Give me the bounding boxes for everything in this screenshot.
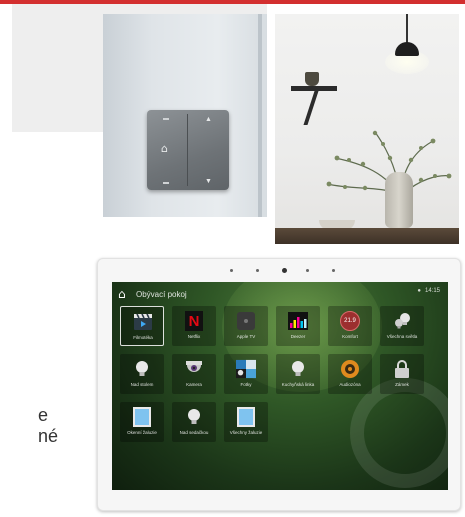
camera-icon — [184, 359, 204, 379]
status-bar: ● 14:15 — [417, 288, 440, 294]
thermostat-icon: 21.9 — [340, 311, 360, 331]
tile-label: Kuchyňská linka — [281, 382, 315, 387]
netflix-icon: N — [184, 311, 204, 331]
tile-vsechny-zaluzie[interactable]: Všechny žaluzie — [224, 402, 268, 442]
wall-switch-photo: ⌂ ▲ ▼ — [103, 14, 267, 217]
sensor-dot — [306, 269, 309, 272]
switch-indicator — [163, 182, 169, 184]
screen-header: ⌂ Obývací pokoj — [118, 286, 187, 302]
page: ⌂ ▲ ▼ e né ⌂ Obývací pokoj ● 14:15 Filmo… — [0, 0, 465, 517]
table — [275, 228, 459, 244]
tile-nad-sedackou[interactable]: Nad sedačkou — [172, 402, 216, 442]
interior-photo — [275, 14, 459, 244]
sensor-dot — [230, 269, 233, 272]
speaker-icon — [340, 359, 360, 379]
tile-kuchynska-linka[interactable]: Kuchyňská linka — [276, 354, 320, 394]
shelf-plant-pot — [305, 72, 319, 86]
wall-switch: ⌂ ▲ ▼ — [147, 110, 229, 190]
bulb-icon — [288, 359, 308, 379]
tile-zamek[interactable]: Zámek — [380, 354, 424, 394]
movie-clapper-icon — [133, 312, 153, 332]
room-title: Obývací pokoj — [136, 289, 187, 299]
tile-label: Všechny žaluzie — [229, 430, 263, 435]
tile-komfort[interactable]: 21.9 Komfort — [328, 306, 372, 346]
switch-indicator — [163, 118, 169, 120]
photos-icon — [236, 359, 256, 379]
control-tablet: ⌂ Obývací pokoj ● 14:15 Filmotéka N Netf… — [97, 258, 461, 511]
tile-label: Kamera — [186, 382, 202, 387]
window-blind-icon — [236, 407, 256, 427]
tile-label: Zámek — [395, 382, 409, 387]
bulb-icon — [184, 407, 204, 427]
tile-label: Nad stolem — [130, 382, 154, 387]
tablet-screen: ⌂ Obývací pokoj ● 14:15 Filmotéka N Netf… — [112, 282, 448, 490]
tile-label: Audiozóna — [339, 382, 361, 387]
bulb-icon — [132, 359, 152, 379]
deezer-icon — [288, 311, 308, 331]
vase — [385, 172, 413, 228]
wall-edge — [258, 14, 262, 217]
side-text-fragment: né — [38, 426, 59, 446]
tile-fotky[interactable]: Fotky — [224, 354, 268, 394]
lamp-cord — [406, 14, 408, 44]
tile-nad-stolem[interactable]: Nad stolem — [120, 354, 164, 394]
tile-label: Nad sedačkou — [179, 430, 209, 435]
tile-vsechna-svetla[interactable]: Všechna světla — [380, 306, 424, 346]
tile-label: Komfort — [342, 334, 358, 339]
apple-tv-icon — [236, 311, 256, 331]
tile-netflix[interactable]: N Netflix — [172, 306, 216, 346]
tile-kamera[interactable]: Kamera — [172, 354, 216, 394]
switch-divider — [187, 114, 188, 186]
sensor-dot — [256, 269, 259, 272]
tile-label: Netflix — [187, 334, 201, 339]
status-dot: ● — [417, 288, 421, 294]
shelf-bracket — [303, 91, 319, 125]
sensor-dot — [332, 269, 335, 272]
camera-lens — [282, 268, 287, 273]
home-icon[interactable]: ⌂ — [118, 287, 132, 301]
home-icon: ⌂ — [161, 142, 168, 155]
background-swoosh — [350, 378, 448, 488]
tile-okenni-zaluzie[interactable]: Okenní žaluzie — [120, 402, 164, 442]
pendant-lamp — [395, 42, 419, 56]
tile-label: Deezer — [290, 334, 306, 339]
tile-label: Fotky — [240, 382, 252, 387]
status-time: 14:15 — [424, 288, 440, 294]
tile-label: Všechna světla — [386, 334, 418, 339]
side-text-fragment: e — [38, 405, 49, 425]
tile-apple-tv[interactable]: Apple TV — [224, 306, 268, 346]
tile-label: Apple TV — [236, 334, 256, 339]
lock-icon — [392, 359, 412, 379]
tile-label: Filmotéka — [133, 335, 153, 340]
tile-deezer[interactable]: Deezer — [276, 306, 320, 346]
window-blind-icon — [132, 407, 152, 427]
lights-group-icon — [392, 311, 412, 331]
arrow-down-icon: ▼ — [205, 178, 212, 185]
tile-audiozona[interactable]: Audiozóna — [328, 354, 372, 394]
tile-label: Okenní žaluzie — [127, 430, 157, 435]
tile-filmoteka[interactable]: Filmotéka — [120, 306, 164, 346]
arrow-up-icon: ▲ — [205, 116, 212, 123]
